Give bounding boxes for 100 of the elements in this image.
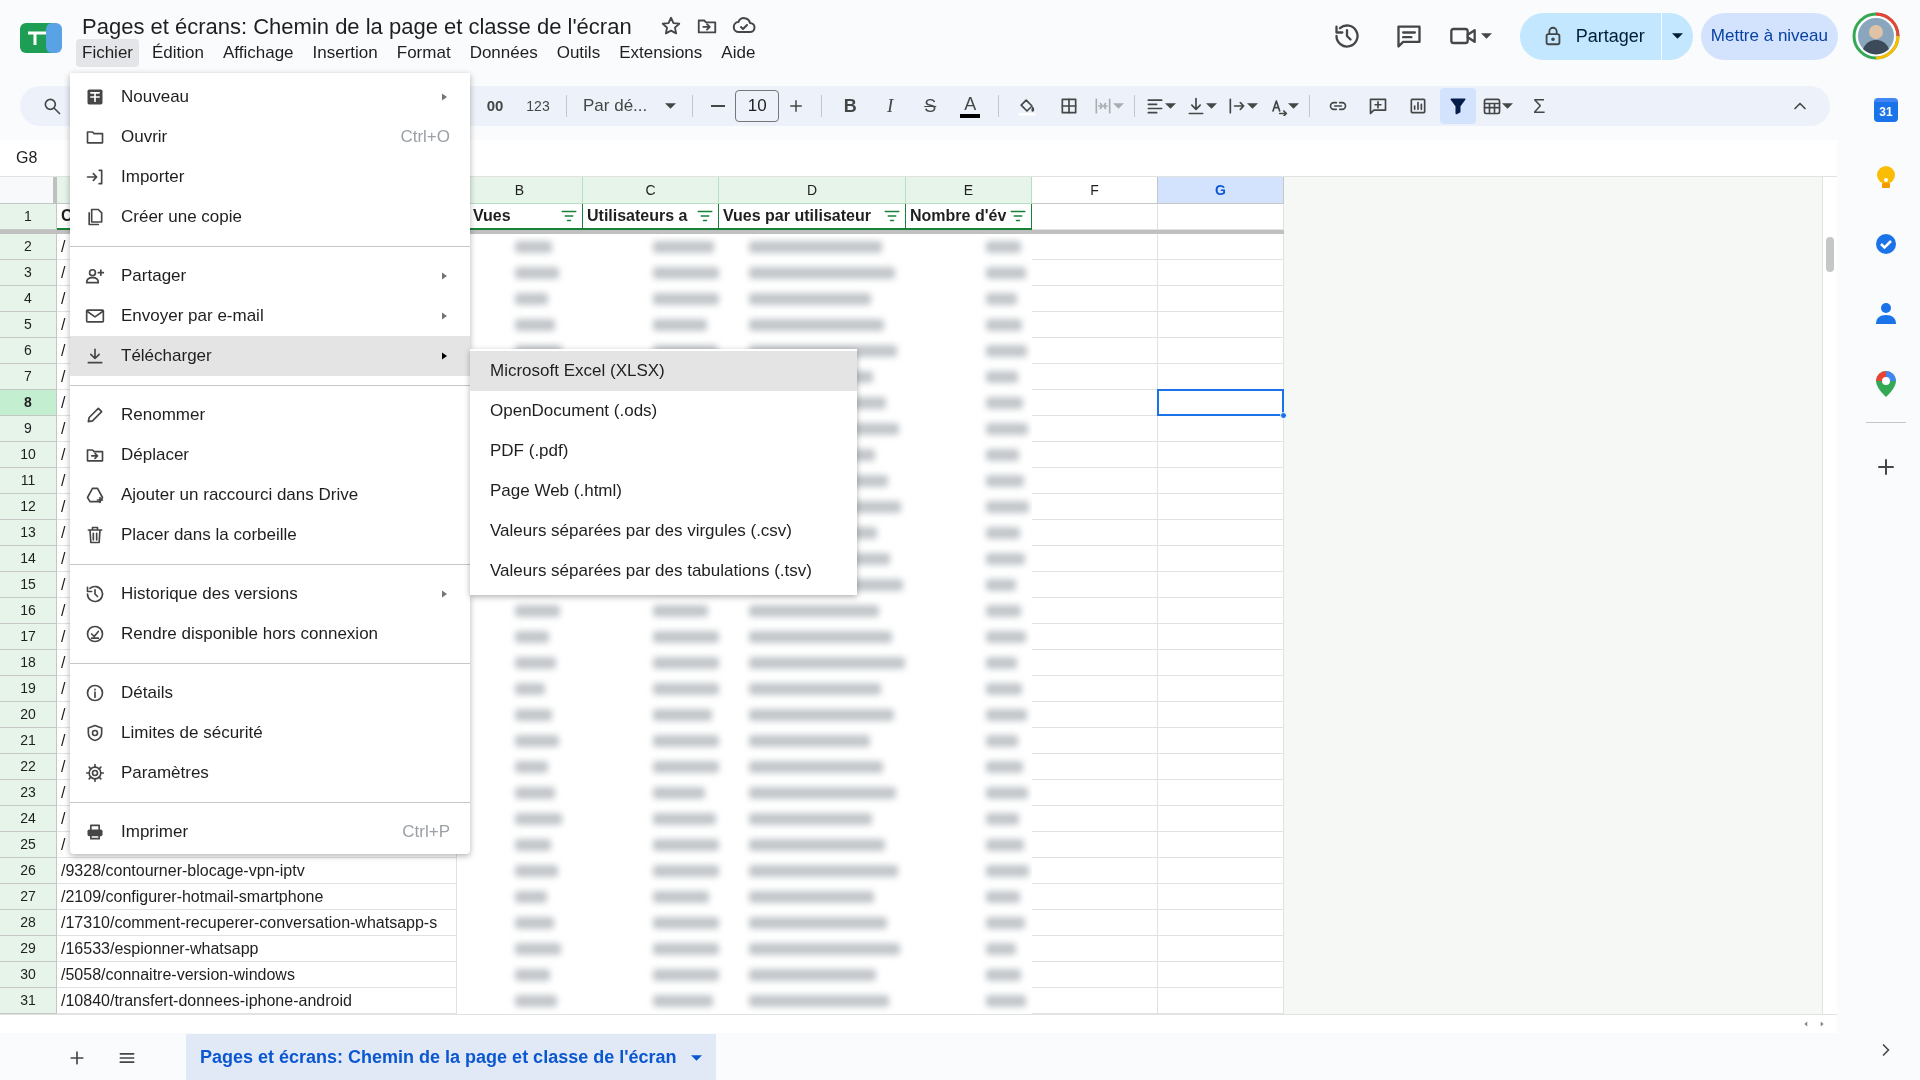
- menu-option-label: Paramètres: [121, 762, 209, 785]
- row-number[interactable]: 26: [0, 858, 57, 884]
- menu-option[interactable]: Historique des versions: [70, 574, 470, 614]
- row-number[interactable]: 14: [0, 546, 57, 572]
- submenu-option[interactable]: PDF (.pdf): [470, 431, 857, 471]
- row-number[interactable]: 17: [0, 624, 57, 650]
- row-number[interactable]: 31: [0, 988, 57, 1014]
- row-number[interactable]: 4: [0, 286, 57, 312]
- submenu-option[interactable]: Valeurs séparées par des tabulations (.tsv): [470, 551, 857, 591]
- table-cell-text: /: [61, 548, 66, 569]
- menu-option[interactable]: Partager: [70, 256, 470, 296]
- table-cell-text: /: [61, 730, 66, 751]
- calendar-button[interactable]: 31: [1874, 98, 1898, 122]
- menu-option-label: Créer une copie: [121, 206, 242, 229]
- row-number[interactable]: 12: [0, 494, 57, 520]
- number-format-button[interactable]: 123: [520, 90, 556, 122]
- row-number[interactable]: 6: [0, 338, 57, 364]
- menu-option[interactable]: Imprimer Ctrl+P: [70, 812, 470, 852]
- menu-option[interactable]: Nouveau: [70, 77, 470, 117]
- table-cell-text: /: [61, 444, 66, 465]
- row-number[interactable]: 20: [0, 702, 57, 728]
- row-number[interactable]: 3: [0, 260, 57, 286]
- menu-option[interactable]: Envoyer par e-mail: [70, 296, 470, 336]
- menu-option[interactable]: Déplacer: [70, 435, 470, 475]
- menu-option-label: Historique des versions: [121, 583, 298, 606]
- share-button[interactable]: Partager: [1519, 12, 1661, 60]
- menu-option-label: Rendre disponible hors connexion: [121, 623, 379, 646]
- table-cell-text: /: [61, 392, 66, 413]
- menu-option-label: Placer dans la corbeille: [121, 524, 297, 547]
- shortcut-text: Ctrl+P: [402, 821, 450, 844]
- row-number[interactable]: 18: [0, 650, 57, 676]
- row-number[interactable]: 16: [0, 598, 57, 624]
- submenu-option[interactable]: OpenDocument (.ods): [470, 391, 857, 431]
- font-size-field[interactable]: 10: [735, 90, 780, 122]
- column-title: Nombre d'év: [910, 206, 1007, 226]
- row-number[interactable]: 10: [0, 442, 57, 468]
- row-number[interactable]: 8: [0, 390, 57, 416]
- sheet-tab[interactable]: Pages et écrans: Chemin de la page et classe de l'écran: [186, 1034, 716, 1080]
- upgrade-button[interactable]: Mettre à niveau: [1700, 12, 1838, 60]
- row-number[interactable]: 29: [0, 936, 57, 962]
- table-cell-text: /: [61, 574, 66, 595]
- functions-button[interactable]: Σ: [1521, 90, 1558, 122]
- table-cell-text: /: [61, 704, 66, 725]
- row-number[interactable]: 5: [0, 312, 57, 338]
- italic-button[interactable]: I: [872, 90, 909, 122]
- menu-option[interactable]: Télécharger: [70, 336, 470, 376]
- row-number[interactable]: 13: [0, 520, 57, 546]
- row-number[interactable]: 25: [0, 832, 57, 858]
- table-cell-text: /: [61, 652, 66, 673]
- menu-option[interactable]: Limites de sécurité: [70, 713, 470, 753]
- font-dropdown[interactable]: Par dé...: [577, 90, 683, 122]
- row-number[interactable]: 2: [0, 234, 57, 260]
- row-number[interactable]: 22: [0, 754, 57, 780]
- menu-option[interactable]: Ouvrir Ctrl+O: [70, 117, 470, 157]
- table-cell-text: /: [61, 600, 66, 621]
- row-number[interactable]: 23: [0, 780, 57, 806]
- table-cell-text: /9328/contourner-blocage-vpn-iptv: [61, 860, 305, 881]
- table-cell-text: /10840/transfert-donnees-iphone-android: [61, 990, 352, 1011]
- row-number[interactable]: 11: [0, 468, 57, 494]
- row-number[interactable]: 27: [0, 884, 57, 910]
- menu-option[interactable]: Renommer: [70, 395, 470, 435]
- shortcut-text: Ctrl+O: [400, 126, 450, 149]
- row-number[interactable]: 21: [0, 728, 57, 754]
- menu-option[interactable]: Rendre disponible hors connexion: [70, 614, 470, 654]
- text-color-button[interactable]: A: [952, 90, 989, 122]
- menu-option[interactable]: Paramètres: [70, 753, 470, 793]
- submenu-option[interactable]: Valeurs séparées par des virgules (.csv): [470, 511, 857, 551]
- bold-button[interactable]: B: [832, 90, 869, 122]
- row-number[interactable]: 28: [0, 910, 57, 936]
- menu-option-label: Télécharger: [121, 345, 212, 368]
- row-number[interactable]: 24: [0, 806, 57, 832]
- table-cell-text: /2109/configurer-hotmail-smartphone: [61, 886, 324, 907]
- column-header[interactable]: D: [719, 177, 906, 204]
- table-cell-text: /: [61, 366, 66, 387]
- menu-option[interactable]: Détails: [70, 673, 470, 713]
- column-header[interactable]: C: [583, 177, 719, 204]
- column-header[interactable]: F: [1032, 177, 1158, 204]
- row-number[interactable]: 30: [0, 962, 57, 988]
- table-cell-text: /: [61, 340, 66, 361]
- column-header[interactable]: E: [906, 177, 1032, 204]
- menu-option-label: Ouvrir: [121, 126, 168, 149]
- row-number[interactable]: 19: [0, 676, 57, 702]
- menu-option[interactable]: Placer dans la corbeille: [70, 515, 470, 555]
- strikethrough-button[interactable]: S: [912, 90, 949, 122]
- table-cell-text: /17310/comment-recuperer-conversation-whatsapp-s: [61, 912, 438, 933]
- menu-option[interactable]: Ajouter un raccourci dans Drive: [70, 475, 470, 515]
- menu-option-label: Détails: [121, 682, 173, 705]
- row-number[interactable]: 9: [0, 416, 57, 442]
- menu-option-label: Nouveau: [121, 86, 190, 109]
- menu-item[interactable]: Aide: [715, 39, 762, 67]
- name-box[interactable]: G8: [16, 146, 38, 170]
- row-number[interactable]: 15: [0, 572, 57, 598]
- column-header[interactable]: G: [1158, 177, 1284, 204]
- submenu-option[interactable]: Page Web (.html): [470, 471, 857, 511]
- submenu-option[interactable]: Microsoft Excel (XLSX): [470, 351, 857, 391]
- row-number[interactable]: 1: [0, 204, 57, 230]
- row-number[interactable]: 7: [0, 364, 57, 390]
- table-cell-text: /: [61, 496, 66, 517]
- menu-option-label: Partager: [121, 265, 187, 288]
- menu-item[interactable]: Fichier: [76, 39, 139, 67]
